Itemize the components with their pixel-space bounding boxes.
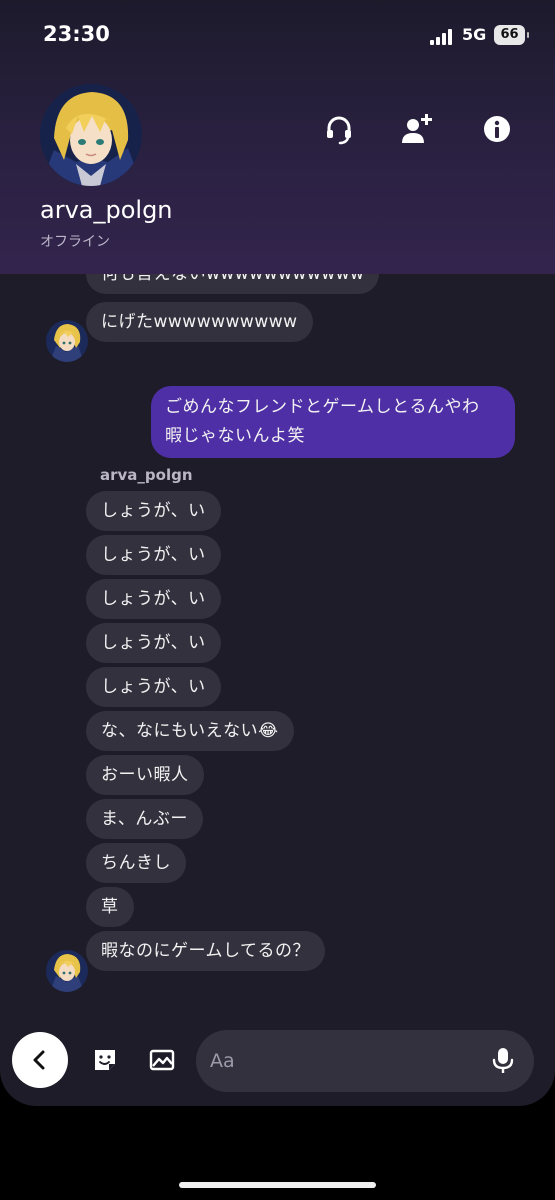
message-bubble[interactable]: しょうが、い — [86, 535, 221, 575]
back-button[interactable] — [12, 1032, 68, 1088]
status-time: 23:30 — [43, 22, 110, 46]
battery-icon: 66 — [494, 25, 529, 45]
message-text: しょうが、い — [101, 677, 206, 697]
message-bubble[interactable]: しょうが、い — [86, 667, 221, 707]
home-indicator[interactable] — [179, 1182, 376, 1188]
message-bubble[interactable]: しょうが、い — [86, 579, 221, 619]
message-bubble[interactable]: しょうが、い — [86, 491, 221, 531]
message-bubble[interactable]: ちんきし — [86, 843, 186, 883]
chat-app: 何も言えないwwwwwwwwwww にげたwwwwwwwwww ごめんなフレンド… — [0, 0, 555, 1106]
profile-username[interactable]: arva_polgn — [40, 196, 173, 224]
message-bubble[interactable]: 草 — [86, 887, 134, 927]
message-bubble[interactable]: おーい暇人 — [86, 755, 204, 795]
my-message-bubble[interactable]: ごめんなフレンドとゲームしとるんやわ 暇じゃないんよ笑 — [151, 386, 515, 458]
avatar-image — [40, 84, 142, 186]
message-bubble[interactable]: にげたwwwwwwwwww — [86, 302, 313, 342]
message-input-container[interactable] — [196, 1030, 534, 1092]
chat-header: 23:30 5G 66 arva_polgn オフライン — [0, 0, 555, 274]
status-bar: 23:30 5G 66 — [0, 20, 555, 50]
message-text: ま、んぶー — [101, 809, 188, 829]
message-bubble[interactable]: ま、んぶー — [86, 799, 203, 839]
network-type: 5G — [462, 25, 487, 44]
back-icon — [33, 1050, 45, 1070]
message-text: しょうが、い — [101, 633, 206, 653]
microphone-icon[interactable] — [492, 1047, 514, 1075]
message-text: 草 — [101, 897, 119, 917]
message-text: ごめんなフレンドとゲームしとるんやわ — [165, 397, 480, 417]
message-composer — [0, 1022, 555, 1106]
message-text: ちんきし — [101, 853, 171, 873]
presence-status: オフライン — [40, 234, 110, 250]
message-text: 暇じゃないんよ笑 — [165, 426, 305, 446]
message-text: しょうが、い — [101, 545, 206, 565]
sender-avatar[interactable] — [46, 950, 88, 992]
signal-icon — [430, 29, 454, 45]
sticker-icon[interactable] — [91, 1046, 119, 1074]
avatar-image — [46, 950, 88, 992]
profile-avatar[interactable] — [40, 84, 142, 186]
image-icon[interactable] — [148, 1046, 176, 1074]
message-text: しょうが、い — [101, 589, 206, 609]
message-bubble[interactable]: な、なにもいえない😂 — [86, 711, 294, 751]
sender-avatar[interactable] — [46, 320, 88, 362]
message-text: な、なにもいえない😂 — [101, 721, 279, 741]
sender-name: arva_polgn — [100, 466, 193, 484]
message-list[interactable]: 何も言えないwwwwwwwwwww にげたwwwwwwwwww ごめんなフレンド… — [0, 254, 555, 1022]
message-text: にげたwwwwwwwwww — [101, 312, 298, 332]
headset-icon[interactable] — [322, 112, 356, 146]
add-friend-icon[interactable] — [400, 112, 434, 146]
message-input[interactable] — [210, 1030, 480, 1092]
info-icon[interactable] — [480, 112, 514, 146]
message-text: 暇なのにゲームしてるの？ — [101, 941, 310, 961]
message-text: おーい暇人 — [101, 765, 189, 785]
message-text: しょうが、い — [101, 501, 206, 521]
avatar-image — [46, 320, 88, 362]
message-bubble[interactable]: しょうが、い — [86, 623, 221, 663]
message-bubble[interactable]: 暇なのにゲームしてるの？ — [86, 931, 325, 971]
battery-level: 66 — [500, 27, 519, 42]
